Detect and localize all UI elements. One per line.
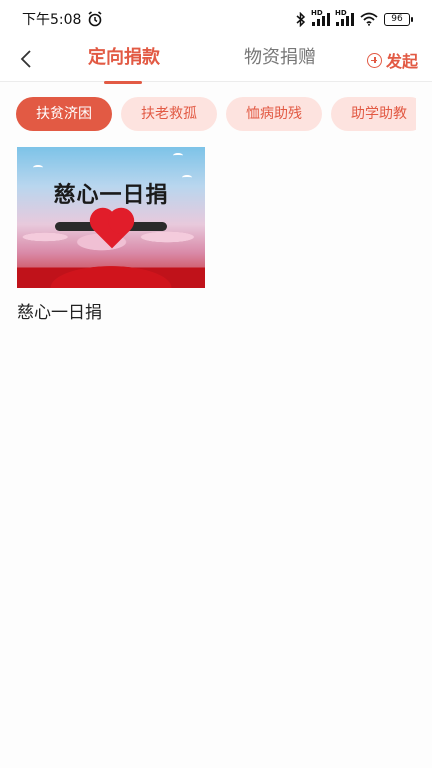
chip-elderly-orphans[interactable]: 扶老救孤 [121, 97, 217, 131]
status-time: 下午5:08 [22, 12, 82, 28]
dove-icon [173, 153, 183, 158]
dove-icon [33, 165, 43, 170]
project-banner-image: 慈心一日捐 [17, 147, 205, 288]
banner-waves [17, 254, 205, 288]
signal-label: HD [335, 9, 347, 17]
chevron-left-icon [20, 50, 31, 68]
top-nav: 定向捐款 物资捐赠 发起 [0, 38, 432, 84]
tab-label: 定向捐款 [88, 47, 160, 68]
chip-illness-disability[interactable]: 恤病助残 [226, 97, 322, 131]
category-chips: 扶贫济困 扶老救孤 恤病助残 助学助教 [16, 97, 416, 133]
plus-circle-icon [366, 52, 382, 68]
chip-education-aid[interactable]: 助学助教 [331, 97, 416, 131]
active-tab-indicator [104, 81, 142, 84]
launch-button[interactable]: 发起 [366, 48, 418, 72]
status-left: 下午5:08 [22, 9, 103, 29]
project-card[interactable]: 慈心一日捐 慈心一日捐 [17, 147, 205, 323]
tab-material-donation[interactable]: 物资捐赠 [244, 46, 316, 80]
status-right: HD HD 96 [296, 9, 413, 27]
signal-icon: HD [311, 9, 330, 26]
back-button[interactable] [16, 48, 36, 70]
battery-icon: 96 [384, 12, 413, 26]
banner-title: 慈心一日捐 [53, 182, 169, 208]
project-title: 慈心一日捐 [17, 303, 102, 323]
chip-poverty-relief[interactable]: 扶贫济困 [16, 97, 112, 131]
launch-label: 发起 [385, 52, 418, 71]
tab-label: 物资捐赠 [244, 47, 316, 68]
status-bar: 下午5:08 HD HD 96 [0, 0, 432, 38]
wifi-icon [360, 12, 378, 26]
signal-icon: HD [335, 9, 354, 26]
tab-directed-donation[interactable]: 定向捐款 [88, 46, 160, 84]
bluetooth-icon [296, 11, 306, 27]
alarm-icon [88, 11, 102, 27]
signal-label: HD [311, 9, 323, 17]
